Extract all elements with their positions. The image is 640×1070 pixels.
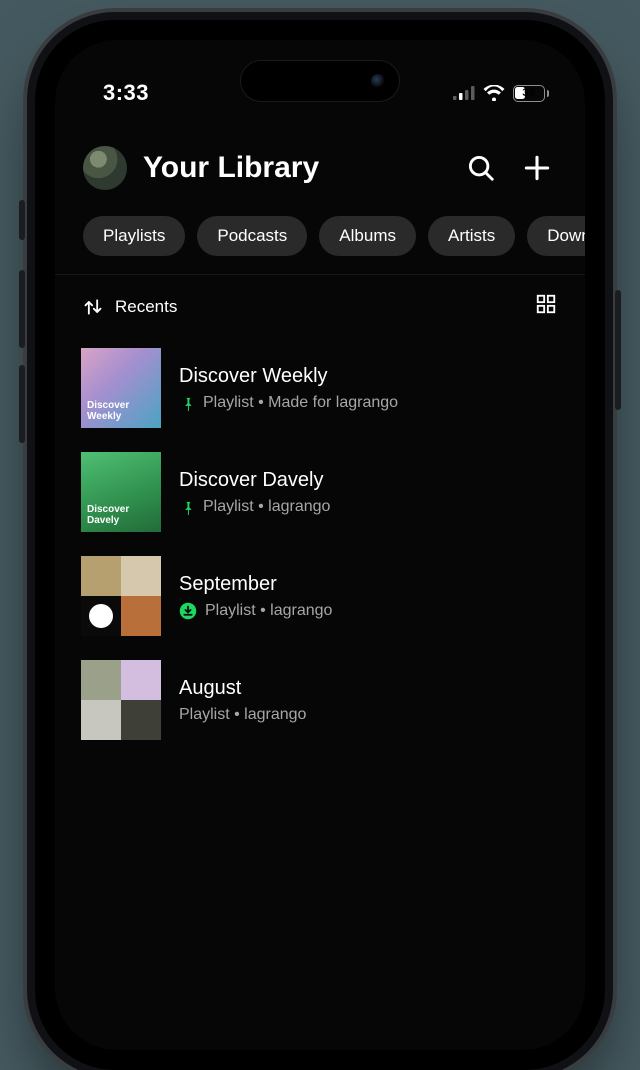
pin-icon	[179, 499, 195, 515]
playlist-cover	[81, 452, 161, 532]
item-title: Discover Davely	[179, 469, 330, 492]
pin-icon	[179, 395, 195, 411]
sort-icon	[83, 297, 103, 317]
playlist-cover	[81, 660, 161, 740]
add-button[interactable]	[517, 148, 557, 188]
chip-albums[interactable]: Albums	[319, 216, 416, 256]
grid-icon	[535, 293, 557, 315]
cellular-icon	[453, 86, 475, 100]
volume-up-button	[19, 270, 25, 348]
item-title: Discover Weekly	[179, 365, 398, 388]
item-title: September	[179, 573, 332, 596]
view-toggle-button[interactable]	[535, 293, 557, 320]
library-header: Your Library	[55, 118, 585, 200]
volume-down-button	[19, 365, 25, 443]
download-icon	[179, 602, 197, 620]
chip-playlists[interactable]: Playlists	[83, 216, 185, 256]
item-subtitle: Playlist • lagrango	[179, 602, 332, 620]
search-icon	[466, 153, 496, 183]
list-item[interactable]: September Playlist • lagrango	[73, 544, 567, 648]
list-item[interactable]: Discover Weekly Playlist • Made for lagr…	[73, 336, 567, 440]
avatar[interactable]	[83, 146, 127, 190]
item-title: August	[179, 677, 306, 700]
power-button	[615, 290, 621, 410]
list-item[interactable]: Discover Davely Playlist • lagrango	[73, 440, 567, 544]
playlist-cover	[81, 348, 161, 428]
chip-downloaded[interactable]: Downloaded	[527, 216, 585, 256]
item-subtitle: Playlist • lagrango	[179, 498, 330, 516]
plus-icon	[521, 152, 553, 184]
search-button[interactable]	[461, 148, 501, 188]
list-item[interactable]: August Playlist • lagrango	[73, 648, 567, 752]
sort-button[interactable]: Recents	[83, 297, 177, 317]
chip-artists[interactable]: Artists	[428, 216, 515, 256]
side-button	[19, 200, 25, 240]
item-subtitle: Playlist • Made for lagrango	[179, 394, 398, 412]
sort-row: Recents	[55, 275, 585, 326]
filter-chips: Playlists Podcasts Albums Artists Downlo…	[55, 200, 585, 275]
playlist-cover	[81, 556, 161, 636]
wifi-icon	[483, 85, 505, 101]
status-time: 3:33	[103, 80, 149, 106]
status-indicators: 33	[453, 85, 550, 102]
dynamic-island	[240, 60, 400, 102]
screen: 3:33 33	[55, 40, 585, 1050]
sort-label: Recents	[115, 297, 177, 317]
chip-podcasts[interactable]: Podcasts	[197, 216, 307, 256]
phone-frame: 3:33 33	[35, 20, 605, 1070]
battery-indicator: 33	[513, 85, 550, 102]
library-list: Discover Weekly Playlist • Made for lagr…	[55, 326, 585, 752]
page-title: Your Library	[143, 151, 445, 185]
item-subtitle: Playlist • lagrango	[179, 706, 306, 724]
battery-percent: 33	[522, 87, 534, 99]
